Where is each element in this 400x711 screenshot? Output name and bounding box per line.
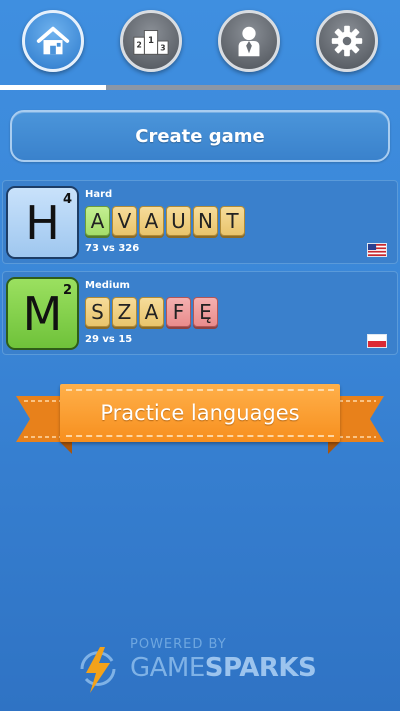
svg-text:1: 1 (148, 36, 154, 46)
game-letter: M (22, 286, 63, 341)
difficulty-label: Hard (85, 189, 113, 200)
game-letter: H (25, 195, 60, 250)
gamesparks-wordmark: GAMESPARKS (130, 653, 317, 683)
svg-text:2: 2 (136, 41, 141, 50)
letter-tile: Ę (193, 297, 218, 327)
pl-flag-icon (367, 334, 387, 348)
powered-by-logo: POWERED BY GAMESPARKS (70, 635, 340, 695)
word-tiles: S Z A F Ę (85, 297, 218, 327)
create-game-button[interactable]: Create game (10, 110, 390, 162)
gamesparks-bolt-icon (80, 647, 116, 693)
game-row[interactable]: M 2 Medium S Z A F Ę 29 vs 15 (2, 271, 398, 355)
home-button[interactable] (22, 10, 84, 72)
letter-tile: T (220, 206, 245, 236)
svg-text:3: 3 (160, 44, 165, 53)
game-row[interactable]: H 4 Hard A V A U N T 73 vs 326 (2, 180, 398, 264)
letter-tile: U (166, 206, 191, 236)
tab-indicator (0, 85, 400, 90)
us-flag-icon (367, 243, 387, 257)
practice-languages-label: Practice languages (60, 384, 340, 442)
score-text: 73 vs 326 (85, 243, 140, 254)
word-tiles: A V A U N T (85, 206, 245, 236)
gear-icon (331, 25, 363, 57)
powered-by-label: POWERED BY (130, 637, 227, 652)
podium-icon: 1 2 3 (133, 30, 169, 55)
letter-tile: A (85, 206, 110, 236)
letter-tile: A (139, 297, 164, 327)
letter-tile: F (166, 297, 191, 327)
game-letter-tile: H 4 (6, 186, 79, 259)
game-letter-tile: M 2 (6, 277, 79, 350)
brand-sparks: SPARKS (204, 653, 317, 683)
letter-tile: N (193, 206, 218, 236)
settings-button[interactable] (316, 10, 378, 72)
brand-game: GAME (130, 653, 205, 683)
profile-icon (238, 26, 260, 57)
game-letter-value: 4 (62, 192, 72, 207)
leaderboard-button[interactable]: 1 2 3 (120, 10, 182, 72)
letter-tile: Z (112, 297, 137, 327)
letter-tile: S (85, 297, 110, 327)
home-icon (36, 26, 70, 55)
score-text: 29 vs 15 (85, 334, 133, 345)
practice-languages-banner[interactable]: Practice languages (16, 384, 384, 456)
game-letter-value: 2 (62, 283, 72, 298)
tab-indicator-fill (0, 85, 106, 90)
letter-tile: A (139, 206, 164, 236)
top-nav: 1 2 3 (0, 10, 400, 80)
letter-tile: V (112, 206, 137, 236)
difficulty-label: Medium (85, 280, 130, 291)
profile-button[interactable] (218, 10, 280, 72)
